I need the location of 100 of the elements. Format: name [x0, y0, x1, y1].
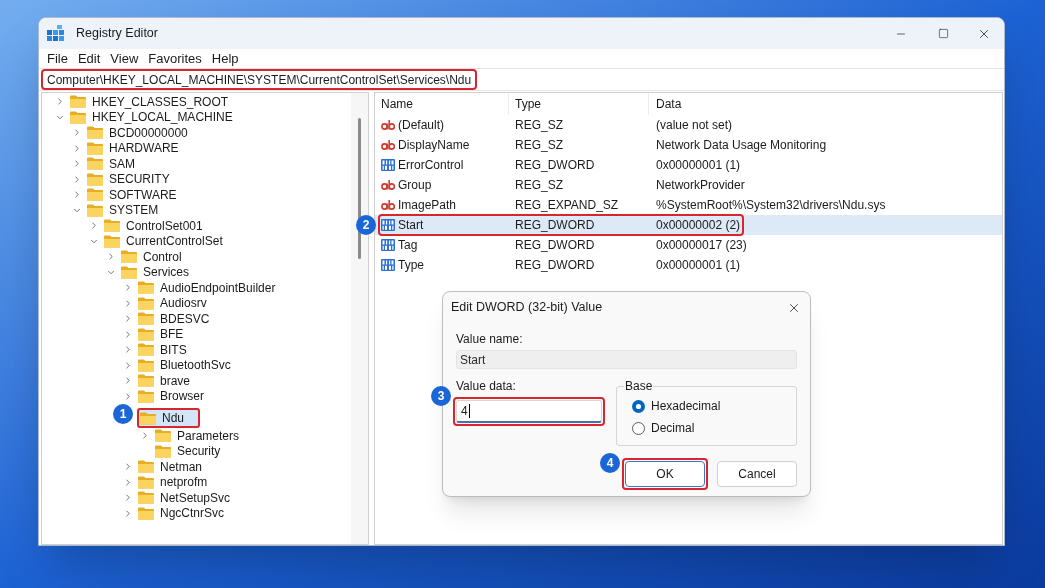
- tree-item[interactable]: BCD00000000: [86, 125, 192, 141]
- folder-icon: [138, 312, 154, 326]
- tree-item[interactable]: HKEY_CLASSES_ROOT: [69, 94, 233, 110]
- tree-item[interactable]: SOFTWARE: [86, 187, 181, 203]
- folder-icon: [87, 188, 103, 202]
- chevron-right-icon[interactable]: [72, 189, 82, 201]
- tree-item[interactable]: BITS: [137, 342, 191, 358]
- folder-icon: [87, 157, 103, 171]
- folder-icon: [138, 389, 154, 403]
- radio-option[interactable]: Hexadecimal: [632, 399, 796, 413]
- menu-item[interactable]: View: [105, 49, 144, 68]
- binary-value-icon: [381, 239, 395, 251]
- folder-icon: [138, 327, 154, 341]
- folder-icon: [138, 343, 154, 357]
- value-row[interactable]: (Default) REG_SZ (value not set): [375, 115, 1002, 135]
- folder-icon: [138, 374, 154, 388]
- tree-item[interactable]: NetSetupSvc: [137, 490, 235, 506]
- folder-icon: [155, 429, 171, 443]
- tree-item[interactable]: SECURITY: [86, 171, 174, 187]
- chevron-right-icon[interactable]: [123, 476, 133, 488]
- value-row[interactable]: ErrorControl REG_DWORD 0x00000001 (1): [375, 155, 1002, 175]
- step-badge: 4: [600, 453, 620, 473]
- tree-item[interactable]: Parameters: [154, 428, 244, 444]
- chevron-right-icon[interactable]: [55, 96, 65, 108]
- tree-item[interactable]: ControlSet001: [103, 218, 207, 234]
- value-type: REG_DWORD: [514, 237, 596, 254]
- chevron-right-icon[interactable]: [123, 492, 133, 504]
- chevron-right-icon[interactable]: [72, 158, 82, 170]
- window-title: Registry Editor: [76, 25, 158, 43]
- column-header[interactable]: Name: [375, 93, 509, 115]
- folder-icon: [121, 265, 137, 279]
- tree-item[interactable]: AudioEndpointBuilder: [137, 280, 280, 296]
- tree-item[interactable]: netprofm: [137, 474, 212, 490]
- value-name: Tag: [398, 237, 418, 254]
- chevron-right-icon[interactable]: [123, 507, 133, 519]
- chevron-right-icon[interactable]: [123, 375, 133, 387]
- chevron-right-icon[interactable]: [123, 359, 133, 371]
- string-value-icon: [381, 139, 395, 151]
- chevron-right-icon[interactable]: [89, 220, 99, 232]
- chevron-right-icon[interactable]: [123, 344, 133, 356]
- chevron-right-icon[interactable]: [123, 313, 133, 325]
- value-row[interactable]: Group REG_SZ NetworkProvider: [375, 175, 1002, 195]
- value-data: NetworkProvider: [655, 177, 745, 194]
- dialog-button[interactable]: OK: [625, 461, 705, 487]
- menu-item[interactable]: Edit: [72, 49, 106, 68]
- tree-item[interactable]: Audiosrv: [137, 295, 211, 311]
- tree-item[interactable]: BluetoothSvc: [137, 357, 235, 373]
- step-badge: 3: [431, 386, 451, 406]
- value-name: (Default): [398, 117, 444, 134]
- chevron-right-icon[interactable]: [123, 461, 133, 473]
- tree-item[interactable]: NgcCtnrSvc: [137, 505, 228, 521]
- folder-icon: [104, 234, 120, 248]
- column-header[interactable]: Data: [649, 93, 1002, 115]
- chevron-right-icon[interactable]: [123, 328, 133, 340]
- tree-item[interactable]: HKEY_LOCAL_MACHINE: [69, 109, 237, 125]
- radio-option[interactable]: Decimal: [632, 421, 796, 435]
- value-row[interactable]: Type REG_DWORD 0x00000001 (1): [375, 255, 1002, 275]
- value-row[interactable]: Tag REG_DWORD 0x00000017 (23): [375, 235, 1002, 255]
- chevron-right-icon[interactable]: [72, 142, 82, 154]
- value-row[interactable]: Start REG_DWORD 0x00000002 (2): [375, 215, 1002, 235]
- tree-item[interactable]: HARDWARE: [86, 140, 183, 156]
- tree-item[interactable]: Control: [120, 249, 186, 265]
- chevron-right-icon[interactable]: [123, 282, 133, 294]
- tree-item[interactable]: CurrentControlSet: [103, 233, 227, 249]
- group-label: Base: [624, 379, 654, 393]
- step-badge: 2: [356, 215, 376, 235]
- scrollbar-thumb[interactable]: [358, 118, 361, 259]
- maximize-icon: [937, 28, 949, 39]
- menu-item[interactable]: File: [42, 49, 73, 68]
- chevron-right-icon[interactable]: [140, 430, 150, 442]
- tree-item[interactable]: Services: [120, 264, 193, 280]
- chevron-right-icon[interactable]: [72, 127, 82, 139]
- tree-item[interactable]: SYSTEM: [86, 202, 163, 218]
- value-row[interactable]: DisplayName REG_SZ Network Data Usage Monitoring: [375, 135, 1002, 155]
- value-name: Start: [398, 217, 424, 234]
- folder-icon: [138, 475, 154, 489]
- chevron-right-icon[interactable]: [106, 251, 116, 263]
- folder-icon: [155, 444, 171, 458]
- tree-item[interactable]: brave: [137, 373, 195, 389]
- chevron-right-icon[interactable]: [72, 173, 82, 185]
- tree-item[interactable]: Browser: [137, 388, 208, 404]
- menu-item[interactable]: Help: [206, 49, 244, 68]
- column-header[interactable]: Type: [509, 93, 649, 115]
- chevron-right-icon[interactable]: [123, 390, 133, 402]
- tree-item[interactable]: Ndu: [137, 408, 200, 428]
- value-row[interactable]: ImagePath REG_EXPAND_SZ %SystemRoot%\System32\drivers\Ndu.sys: [375, 195, 1002, 215]
- tree-item[interactable]: Security: [154, 443, 225, 459]
- chevron-right-icon[interactable]: [123, 297, 133, 309]
- tree-item[interactable]: Netman: [137, 459, 207, 475]
- tree-item[interactable]: BFE: [137, 326, 188, 342]
- dialog-button[interactable]: Cancel: [717, 461, 797, 487]
- tree-item[interactable]: BDESVC: [137, 311, 214, 327]
- value-data-field[interactable]: 4: [456, 400, 602, 423]
- menu-item[interactable]: Favorites: [143, 49, 207, 68]
- binary-value-icon: [381, 219, 395, 231]
- string-value-icon: [381, 199, 395, 211]
- folder-icon: [70, 95, 86, 109]
- address-bar[interactable]: Computer\HKEY_LOCAL_MACHINE\SYSTEM\CurrentControlSet\Services\Ndu: [39, 68, 1004, 91]
- tree-item[interactable]: SAM: [86, 156, 139, 172]
- folder-icon: [138, 358, 154, 372]
